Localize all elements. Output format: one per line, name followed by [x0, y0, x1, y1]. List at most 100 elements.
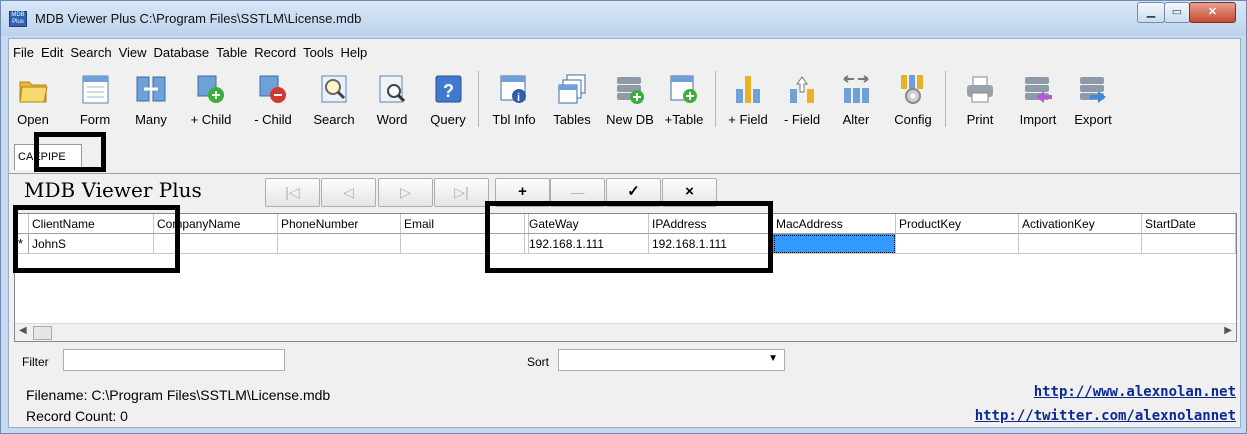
add-record-button[interactable]: + [495, 178, 550, 207]
maximize-button[interactable]: ▭ [1164, 2, 1190, 23]
column-header[interactable]: ActivationKey [1019, 214, 1142, 234]
menu-help[interactable]: Help [337, 43, 371, 60]
toolbar: Open Form Many + Child - Child Search Wo… [9, 65, 1240, 131]
word-button[interactable]: Word [369, 73, 415, 127]
printer-icon [965, 73, 995, 105]
data-grid[interactable]: ClientName CompanyName PhoneNumber Email… [14, 213, 1237, 342]
cell-productkey[interactable] [896, 234, 1019, 254]
folder-icon [18, 73, 48, 105]
menu-edit[interactable]: Edit [37, 43, 66, 60]
column-header[interactable]: PhoneNumber [278, 214, 401, 234]
config-button[interactable]: Config [889, 73, 937, 127]
remove-child-button[interactable]: - Child [247, 73, 299, 127]
first-record-icon: |◁ [285, 184, 300, 200]
menu-search[interactable]: Search [66, 43, 114, 60]
delete-record-icon: — [570, 184, 585, 200]
new-db-button[interactable]: New DB [603, 73, 657, 127]
word-search-icon [377, 73, 407, 105]
last-record-icon: ▷| [454, 184, 469, 200]
title-bar[interactable]: MDB Plus MDB Viewer Plus C:\Program Files… [1, 1, 1246, 36]
toolbar-separator [945, 71, 946, 127]
menu-database[interactable]: Database [150, 43, 213, 60]
twitter-link[interactable]: http://twitter.com/alexnolannet [975, 408, 1236, 424]
cell-gateway[interactable]: 192.168.1.111 [526, 234, 649, 254]
row-header-corner [15, 214, 29, 234]
menu-record[interactable]: Record [250, 43, 299, 60]
table-info-button[interactable]: i Tbl Info [485, 73, 543, 127]
cell-macaddress-selected[interactable] [773, 234, 896, 254]
export-button[interactable]: Export [1069, 73, 1117, 127]
cancel-record-button[interactable]: × [662, 178, 717, 207]
menu-tools[interactable]: Tools [299, 43, 336, 60]
close-button[interactable]: ✕ [1189, 2, 1236, 23]
cell-email[interactable] [401, 234, 525, 254]
table-info-icon: i [499, 73, 529, 105]
search-icon [319, 73, 349, 105]
save-record-icon: ✓ [627, 183, 640, 200]
print-button[interactable]: Print [959, 73, 1001, 127]
sort-dropdown[interactable]: ▼ [558, 349, 785, 371]
menu-view[interactable]: View [115, 43, 150, 60]
query-icon: ? [433, 73, 463, 105]
next-record-icon: ▷ [400, 184, 411, 200]
add-table-button[interactable]: +Table [659, 73, 709, 127]
tables-button[interactable]: Tables [547, 73, 597, 127]
import-button[interactable]: Import [1015, 73, 1061, 127]
new-row-marker[interactable]: * [15, 234, 29, 254]
column-header[interactable]: ClientName [29, 214, 154, 234]
cell-phonenumber[interactable] [278, 234, 401, 254]
app-logo-icon: MDB Plus [9, 11, 27, 27]
column-header[interactable]: StartDate [1142, 214, 1236, 234]
menu-bar: File Edit Search View Database Table Record Too… [9, 43, 370, 63]
scroll-left-icon[interactable]: ◀ [19, 325, 27, 336]
column-header[interactable]: Email [401, 214, 525, 234]
previous-record-icon: ◁ [343, 184, 354, 200]
cancel-record-icon: × [685, 183, 694, 200]
many-button[interactable]: Many [127, 73, 175, 127]
scroll-right-icon[interactable]: ▶ [1224, 325, 1232, 336]
cell-activationkey[interactable] [1019, 234, 1142, 254]
menu-file[interactable]: File [9, 43, 37, 60]
filter-label: Filter [22, 355, 49, 369]
column-header[interactable]: CompanyName [154, 214, 278, 234]
next-record-button[interactable]: ▷ [378, 178, 433, 207]
cell-startdate[interactable] [1142, 234, 1236, 254]
form-icon [80, 73, 110, 105]
remove-field-button[interactable]: - Field [779, 73, 825, 127]
alter-button[interactable]: Alter [833, 73, 879, 127]
column-header[interactable]: MacAddress [773, 214, 896, 234]
sort-label: Sort [527, 355, 550, 369]
cell-ipaddress[interactable]: 192.168.1.111 [649, 234, 773, 254]
toolbar-separator [715, 71, 716, 127]
toolbar-separator [478, 71, 479, 127]
add-child-icon [196, 73, 226, 105]
open-button[interactable]: Open [13, 73, 53, 127]
form-button[interactable]: Form [71, 73, 119, 127]
cell-companyname[interactable] [154, 234, 278, 254]
add-child-button[interactable]: + Child [183, 73, 239, 127]
column-header[interactable]: GateWay [526, 214, 649, 234]
first-record-button[interactable]: |◁ [265, 178, 320, 207]
add-field-button[interactable]: + Field [723, 73, 773, 127]
last-record-button[interactable]: ▷| [434, 178, 489, 207]
search-button[interactable]: Search [307, 73, 361, 127]
column-header[interactable]: IPAddress [649, 214, 773, 234]
query-button[interactable]: ? Query [423, 73, 473, 127]
new-db-icon [615, 73, 645, 105]
previous-record-button[interactable]: ◁ [321, 178, 376, 207]
panel-heading: MDB Viewer Plus [24, 178, 202, 202]
column-header[interactable]: ProductKey [896, 214, 1019, 234]
horizontal-scrollbar[interactable]: ◀ ▶ [15, 323, 1236, 341]
alter-icon [841, 73, 871, 105]
tab-caepipe[interactable]: CAEPIPE [14, 144, 82, 170]
record-panel: MDB Viewer Plus |◁ ◁ ▷ ▷| + — ✓ × Client… [9, 174, 1240, 426]
menu-table[interactable]: Table [212, 43, 250, 60]
cell-clientname[interactable]: JohnS [29, 234, 154, 254]
save-record-button[interactable]: ✓ [606, 178, 661, 207]
filter-input[interactable] [63, 349, 285, 371]
website-link[interactable]: http://www.alexnolan.net [1034, 384, 1236, 400]
chevron-down-icon[interactable]: ▼ [768, 353, 778, 364]
scrollbar-thumb[interactable] [33, 326, 52, 340]
minimize-button[interactable]: ▁ [1137, 2, 1165, 23]
delete-record-button[interactable]: — [550, 178, 605, 207]
